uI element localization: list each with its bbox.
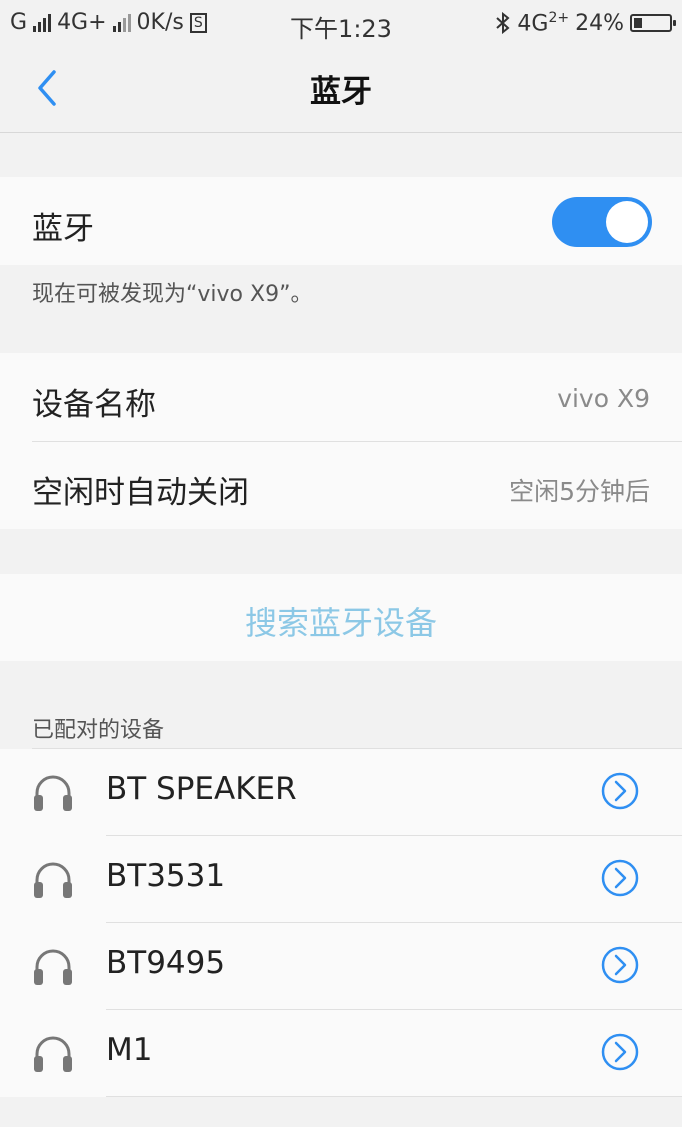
paired-device-row[interactable]: BT SPEAKER xyxy=(0,749,682,836)
bluetooth-toggle-row[interactable]: 蓝牙 xyxy=(0,177,682,265)
toggle-knob xyxy=(606,201,648,243)
network-type-2: 4G2+ xyxy=(517,10,570,37)
device-name: M1 xyxy=(106,1032,153,1068)
headphones-icon xyxy=(34,862,72,898)
status-bar: G 4G+ 0K/s S 下午1:23 4G2+ 24% xyxy=(0,0,682,46)
device-name: BT9495 xyxy=(106,945,226,981)
row-divider xyxy=(106,1096,682,1097)
device-details-icon[interactable] xyxy=(600,771,640,811)
search-devices-row[interactable]: 搜索蓝牙设备 xyxy=(0,574,682,661)
battery-percent: 24% xyxy=(575,10,624,36)
paired-device-row[interactable]: M1 xyxy=(0,1010,682,1097)
search-devices-button[interactable]: 搜索蓝牙设备 xyxy=(0,598,682,644)
paired-section-title: 已配对的设备 xyxy=(32,718,165,743)
idle-off-value: 空闲5分钟后 xyxy=(509,477,650,506)
page-title: 蓝牙 xyxy=(310,74,372,110)
device-name-label: 设备名称 xyxy=(32,387,156,423)
device-name: BT3531 xyxy=(106,858,226,894)
headphones-icon xyxy=(34,949,72,985)
bluetooth-icon xyxy=(496,12,510,35)
device-details-icon[interactable] xyxy=(600,945,640,985)
headphones-icon xyxy=(34,1036,72,1072)
idle-off-row[interactable]: 空闲时自动关闭 空闲5分钟后 xyxy=(0,441,682,529)
bluetooth-label: 蓝牙 xyxy=(32,211,94,247)
nav-bar: 蓝牙 xyxy=(0,46,682,133)
paired-device-row[interactable]: BT9495 xyxy=(0,923,682,1010)
paired-device-row[interactable]: BT3531 xyxy=(0,836,682,923)
device-details-icon[interactable] xyxy=(600,1032,640,1072)
device-name-value: vivo X9 xyxy=(557,384,650,413)
idle-off-label: 空闲时自动关闭 xyxy=(32,475,249,511)
discoverable-note: 现在可被发现为“vivo X9”。 xyxy=(32,282,313,307)
device-name: BT SPEAKER xyxy=(106,771,297,807)
device-details-icon[interactable] xyxy=(600,858,640,898)
status-right: 4G2+ 24% xyxy=(495,10,676,37)
device-name-row[interactable]: 设备名称 vivo X9 xyxy=(0,353,682,441)
settings-block: 设备名称 vivo X9 空闲时自动关闭 空闲5分钟后 xyxy=(0,353,682,529)
headphones-icon xyxy=(34,775,72,811)
battery-icon xyxy=(630,14,676,33)
bluetooth-toggle[interactable] xyxy=(552,197,652,247)
